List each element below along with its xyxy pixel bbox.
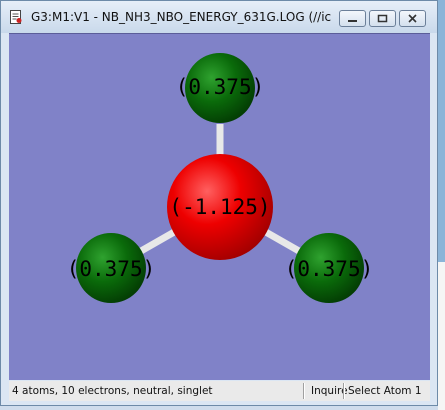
restore-icon xyxy=(377,14,388,23)
restore-button[interactable] xyxy=(369,10,396,27)
close-icon xyxy=(408,14,417,23)
atom-h3-charge-label: (0.375) xyxy=(285,257,374,281)
status-separator xyxy=(303,383,305,399)
molecule-drawing: (0.375) (-1.125) (0.375) (0.375) xyxy=(67,53,374,303)
close-button[interactable] xyxy=(399,10,426,27)
atom-n-charge-label: (-1.125) xyxy=(169,195,270,219)
status-bar: 4 atoms, 10 electrons, neutral, singlet … xyxy=(9,381,430,401)
atom-h1-charge-label: (0.375) xyxy=(176,75,265,99)
bond-n-h3[interactable] xyxy=(262,227,301,255)
background-desktop xyxy=(438,0,445,262)
bond-n-h2[interactable] xyxy=(139,227,178,255)
molecule-info-text: 4 atoms, 10 electrons, neutral, singlet xyxy=(12,385,213,397)
molecule-canvas[interactable]: (0.375) (-1.125) (0.375) (0.375) xyxy=(9,33,430,380)
minimize-button[interactable] xyxy=(339,10,366,27)
atom-h2-charge-label: (0.375) xyxy=(67,257,156,281)
document-icon[interactable] xyxy=(9,10,23,24)
action-indicator: Select Atom 1 xyxy=(348,385,422,397)
window-title: G3:M1:V1 - NB_NH3_NBO_ENERGY_631G.LOG (/… xyxy=(31,10,331,24)
minimize-icon xyxy=(348,20,357,22)
background-window-edge xyxy=(438,262,445,410)
title-bar[interactable]: G3:M1:V1 - NB_NH3_NBO_ENERGY_631G.LOG (/… xyxy=(1,1,437,33)
molecule-view-window: G3:M1:V1 - NB_NH3_NBO_ENERGY_631G.LOG (/… xyxy=(0,0,438,406)
status-separator xyxy=(343,383,345,399)
